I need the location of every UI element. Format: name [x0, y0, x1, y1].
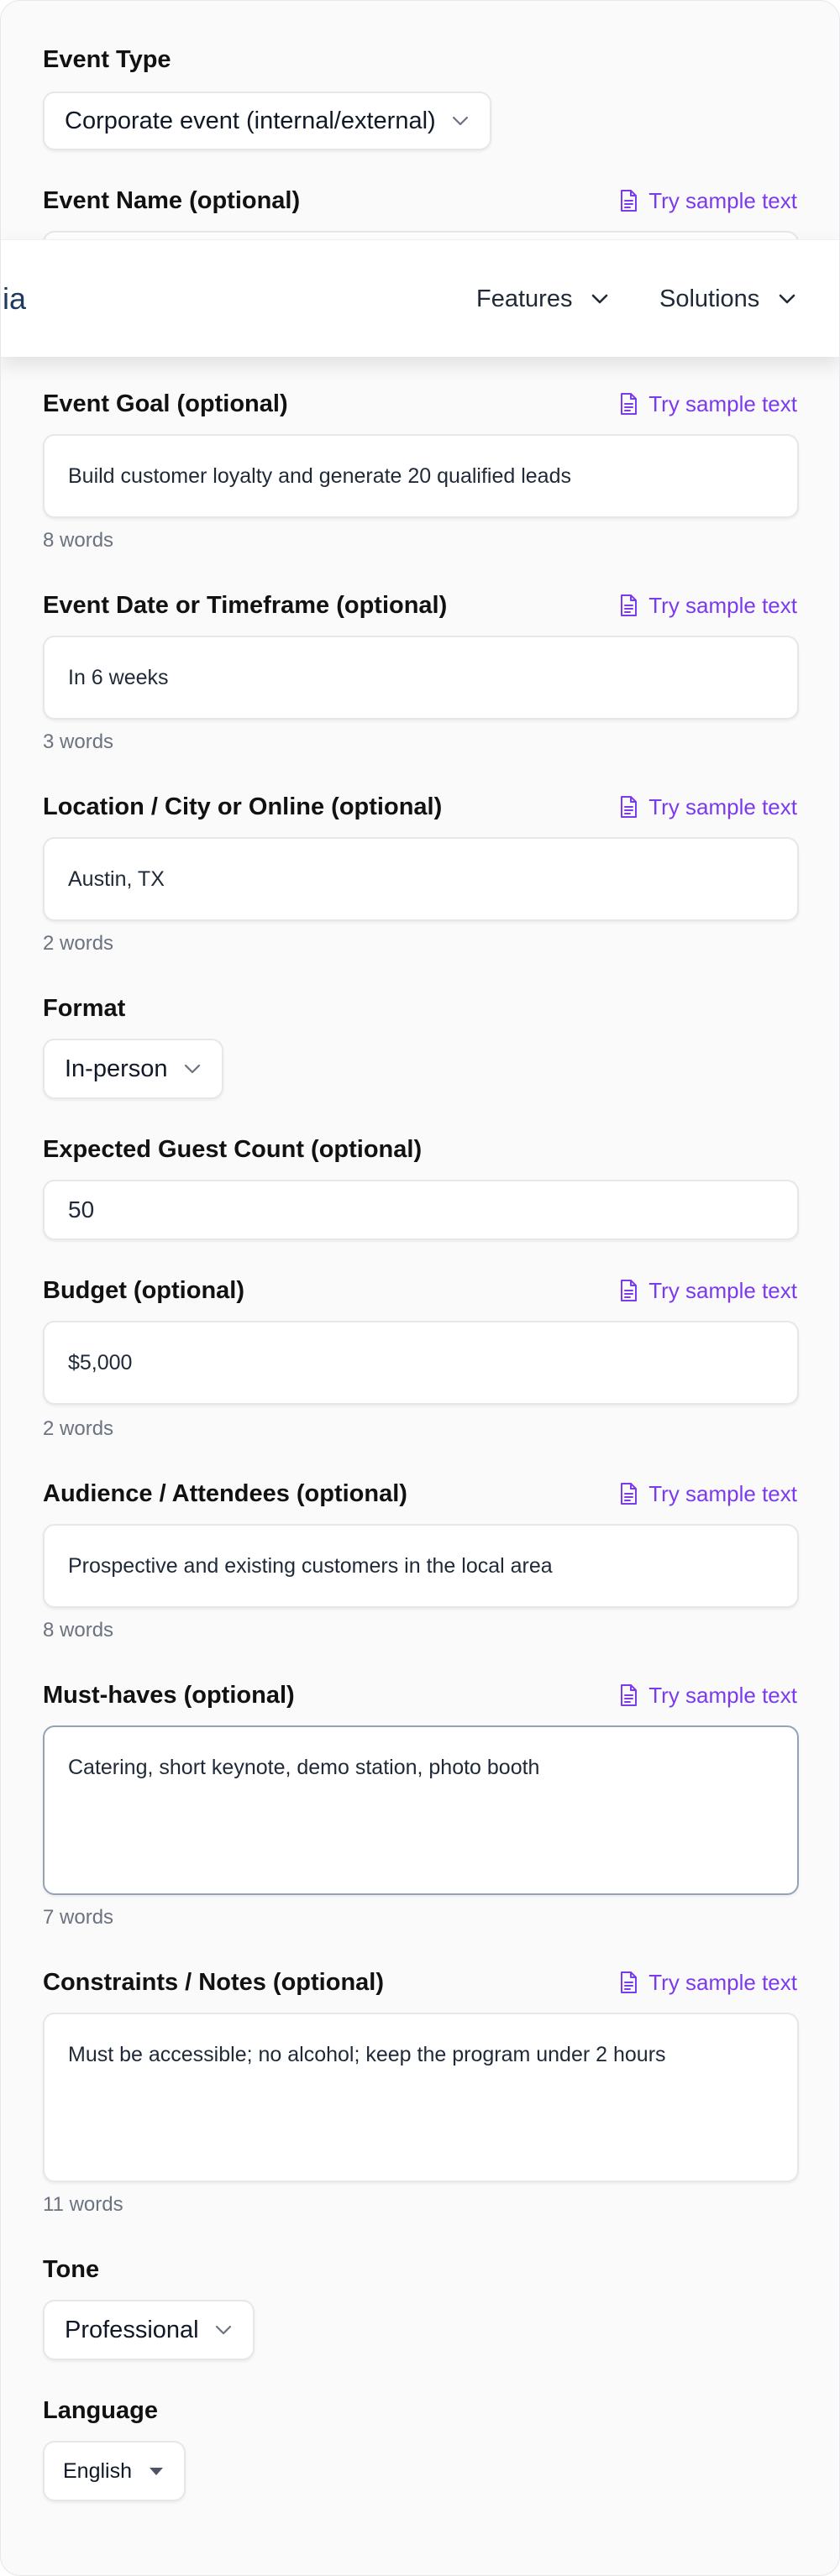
- must-haves-sample-button[interactable]: Try sample text: [618, 1680, 797, 1710]
- guest-count-value: 50: [68, 1196, 95, 1223]
- document-icon: [621, 1280, 638, 1301]
- event-name-sample-button[interactable]: Try sample text: [618, 186, 797, 216]
- document-icon: [621, 1684, 638, 1706]
- budget-value: $5,000: [68, 1350, 133, 1374]
- constraints-sample-button[interactable]: Try sample text: [618, 1967, 797, 1997]
- nav-solutions-label: Solutions: [659, 285, 760, 312]
- nav-features-label: Features: [476, 285, 573, 312]
- event-name-label: Event Name (optional): [43, 187, 301, 214]
- audience-word-count: 8 words: [43, 1619, 114, 1641]
- nav-features[interactable]: Features: [476, 282, 609, 316]
- budget-label: Budget (optional): [43, 1277, 245, 1304]
- audience-input[interactable]: Prospective and existing customers in th…: [43, 1524, 799, 1608]
- chevron-down-icon: [452, 116, 468, 126]
- audience-label: Audience / Attendees (optional): [43, 1480, 407, 1507]
- document-icon: [621, 594, 638, 616]
- tone-select[interactable]: Professional: [43, 2300, 255, 2360]
- must-haves-textarea[interactable]: Catering, short keynote, demo station, p…: [43, 1725, 799, 1895]
- logo[interactable]: ia: [3, 280, 26, 317]
- sample-text-label: Try sample text: [648, 1481, 797, 1506]
- event-date-word-count: 3 words: [43, 730, 114, 753]
- document-icon: [621, 1483, 638, 1505]
- budget-input[interactable]: $5,000: [43, 1321, 799, 1405]
- language-label: Language: [43, 2397, 158, 2424]
- chevron-down-icon: [184, 1064, 200, 1074]
- audience-sample-button[interactable]: Try sample text: [618, 1479, 797, 1509]
- budget-sample-button[interactable]: Try sample text: [618, 1275, 797, 1306]
- format-select[interactable]: In-person: [43, 1039, 223, 1099]
- format-value: In-person: [65, 1055, 168, 1082]
- sample-text-label: Try sample text: [648, 593, 797, 618]
- location-sample-button[interactable]: Try sample text: [618, 792, 797, 822]
- constraints-label: Constraints / Notes (optional): [43, 1969, 384, 1996]
- must-haves-label: Must-haves (optional): [43, 1682, 295, 1709]
- document-icon: [621, 796, 638, 818]
- tone-value: Professional: [65, 2316, 199, 2343]
- location-word-count: 2 words: [43, 932, 114, 955]
- location-value: Austin, TX: [68, 867, 165, 891]
- language-value: English: [63, 2458, 132, 2483]
- audience-value: Prospective and existing customers in th…: [68, 1553, 553, 1578]
- event-goal-input[interactable]: Build customer loyalty and generate 20 q…: [43, 434, 799, 518]
- tone-label: Tone: [43, 2256, 100, 2283]
- sample-text-label: Try sample text: [648, 391, 797, 416]
- event-goal-value: Build customer loyalty and generate 20 q…: [68, 463, 571, 488]
- event-goal-sample-button[interactable]: Try sample text: [618, 389, 797, 419]
- format-label: Format: [43, 995, 126, 1022]
- caret-down-icon: [150, 2468, 163, 2475]
- event-date-label: Event Date or Timeframe (optional): [43, 592, 448, 619]
- language-select[interactable]: English: [43, 2441, 186, 2501]
- sample-text-label: Try sample text: [648, 1683, 797, 1708]
- document-icon: [621, 190, 638, 212]
- event-goal-word-count: 8 words: [43, 529, 114, 552]
- event-type-value: Corporate event (internal/external): [65, 107, 436, 134]
- guest-count-label: Expected Guest Count (optional): [43, 1136, 423, 1163]
- constraints-value: Must be accessible; no alcohol; keep the…: [68, 2043, 666, 2066]
- event-date-input[interactable]: In 6 weeks: [43, 636, 799, 720]
- sample-text-label: Try sample text: [648, 1970, 797, 1995]
- event-form-card: Event Type Corporate event (internal/ext…: [0, 0, 840, 2576]
- chevron-down-icon: [592, 294, 608, 304]
- constraints-word-count: 11 words: [43, 2193, 123, 2216]
- event-goal-label: Event Goal (optional): [43, 390, 288, 417]
- sample-text-label: Try sample text: [648, 794, 797, 819]
- event-type-select[interactable]: Corporate event (internal/external): [43, 92, 491, 150]
- event-date-sample-button[interactable]: Try sample text: [618, 590, 797, 620]
- must-haves-word-count: 7 words: [43, 1906, 114, 1929]
- location-label: Location / City or Online (optional): [43, 793, 443, 820]
- event-type-label: Event Type: [43, 46, 171, 73]
- document-icon: [621, 393, 638, 415]
- budget-word-count: 2 words: [43, 1417, 114, 1440]
- chevron-down-icon: [780, 294, 795, 304]
- document-icon: [621, 1971, 638, 1993]
- top-navbar: ia Features Solutions: [1, 239, 839, 357]
- sample-text-label: Try sample text: [648, 188, 797, 213]
- constraints-textarea[interactable]: Must be accessible; no alcohol; keep the…: [43, 2013, 799, 2182]
- guest-count-input[interactable]: 50: [43, 1180, 799, 1240]
- chevron-down-icon: [215, 2325, 231, 2335]
- sample-text-label: Try sample text: [648, 1278, 797, 1303]
- nav-solutions[interactable]: Solutions: [659, 282, 796, 316]
- location-input[interactable]: Austin, TX: [43, 837, 799, 921]
- event-date-value: In 6 weeks: [68, 665, 169, 689]
- must-haves-value: Catering, short keynote, demo station, p…: [68, 1756, 540, 1779]
